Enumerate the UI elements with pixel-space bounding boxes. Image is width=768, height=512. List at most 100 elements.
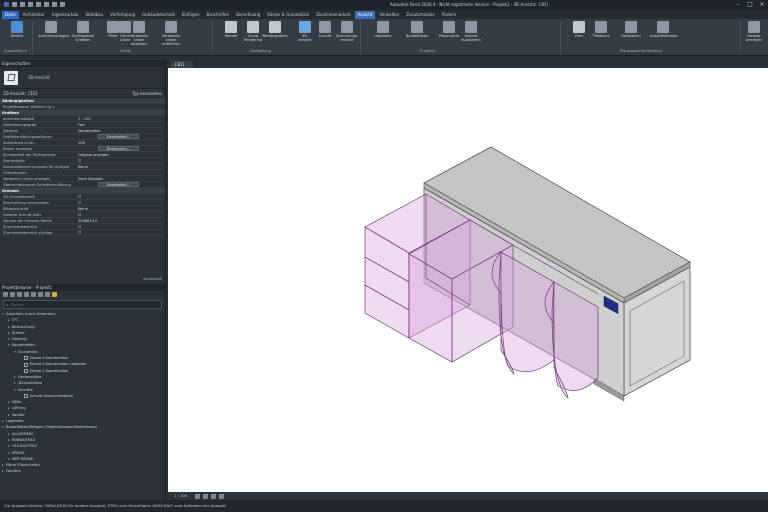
property-value[interactable] <box>75 104 165 109</box>
ribbon-button-16[interactable]: Ansicht duplizieren <box>458 21 484 42</box>
property-value[interactable]: Koordination <box>75 128 165 133</box>
tab-0[interactable]: Datei <box>2 10 19 19</box>
tab-7[interactable]: Beschriften <box>204 11 233 19</box>
ribbon-button-13[interactable]: Legenden <box>370 21 396 38</box>
property-name: Zuschneidebereich <box>3 225 38 229</box>
instance-selector[interactable]: 3D-Ansicht: {3D} <box>3 91 38 96</box>
ribbon-button-6[interactable]: Verdeckte Linien entfernen <box>158 21 184 46</box>
property-value[interactable]: Original anzeigen <box>75 152 165 157</box>
measure-icon[interactable] <box>52 2 57 7</box>
tab-14[interactable]: Ändern <box>439 11 459 19</box>
property-value[interactable]: Nach Disziplin <box>75 176 165 181</box>
view-scale[interactable]: 1 : 100 <box>174 493 187 498</box>
ribbon-button-5[interactable]: Verdeckte Linien anzeigen <box>126 21 152 46</box>
ribbon-button-2[interactable]: Sichtbarkeit/ Grafiken <box>70 21 96 42</box>
shadows-icon[interactable] <box>219 493 225 499</box>
detail-level-icon[interactable] <box>194 493 200 499</box>
property-name: Projektbrowser (Bedarf ing 1 <box>3 105 55 109</box>
ribbon-icon <box>247 21 259 33</box>
property-value[interactable]: 100 <box>75 140 165 145</box>
edit-button[interactable]: Bearbeiten... <box>98 134 140 139</box>
tab-2[interactable]: Ingenieurbau <box>49 11 82 19</box>
ribbon-button-21[interactable]: Fenster wechseln <box>744 21 764 42</box>
browser-tool-icon[interactable] <box>3 292 8 297</box>
view-control-bar: 1 : 100 <box>168 492 768 500</box>
ribbon-button-0[interactable]: Ändern <box>4 21 30 38</box>
close-button[interactable]: × <box>757 1 767 9</box>
tab-9[interactable]: Körper & Grundstück <box>264 11 312 19</box>
property-value[interactable]: Fein <box>75 122 165 127</box>
search-input[interactable] <box>11 302 132 307</box>
property-value[interactable]: Bearbeiten... <box>75 134 165 139</box>
tab-3d-view[interactable]: {3D} <box>171 61 193 68</box>
ribbon-icon <box>341 21 353 33</box>
edit-type-button[interactable]: Typ bearbeiten <box>132 91 162 96</box>
property-value[interactable]: ☐ <box>75 194 165 199</box>
ribbon-button-1[interactable]: Ansichtsvorlagen <box>38 21 69 38</box>
revit-logo-icon[interactable] <box>4 2 9 7</box>
property-name: Hinterer Schnitt aktiv <box>3 213 42 217</box>
redo-icon[interactable] <box>36 2 41 7</box>
ribbon-button-19[interactable]: Revisionen <box>618 21 644 38</box>
type-selector[interactable]: 3D-Ansicht <box>0 67 165 89</box>
browser-tool-icon[interactable] <box>31 292 36 297</box>
tab-5[interactable]: Gebäudetechnik <box>139 11 178 19</box>
browser-tool-icon[interactable] <box>17 292 22 297</box>
property-value[interactable]: 3048810.0 <box>75 218 165 223</box>
drawing-canvas[interactable] <box>168 68 768 492</box>
ribbon-button-20[interactable]: Ansichtsfenster <box>650 21 678 38</box>
tree-item[interactable]: ▸ Familien <box>0 468 165 474</box>
minimize-button[interactable]: – <box>733 1 743 9</box>
tab-8[interactable]: Berechnung <box>233 11 263 19</box>
3d-model-view[interactable] <box>168 68 768 492</box>
sun-path-icon[interactable] <box>211 493 217 499</box>
property-value[interactable] <box>75 170 165 175</box>
ribbon-icon <box>657 21 669 33</box>
ribbon-button-label: Titelblock <box>592 34 610 38</box>
property-value[interactable]: ☐ <box>75 230 165 235</box>
tab-13[interactable]: Zusatzmodule <box>403 11 437 19</box>
browser-tool-icon[interactable] <box>45 292 50 297</box>
tab-6[interactable]: Einfügen <box>179 11 203 19</box>
print-icon[interactable] <box>44 2 49 7</box>
tab-11[interactable]: Ansicht <box>354 10 376 19</box>
ribbon-button-12[interactable]: Zeichnungs- ansicht <box>334 21 360 42</box>
tab-3[interactable]: Stahlbau <box>82 11 106 19</box>
tab-4[interactable]: Vorfertigung <box>107 11 138 19</box>
ribbon-button-18[interactable]: Titelblock <box>588 21 614 38</box>
property-value[interactable]: ☐ <box>75 212 165 217</box>
apply-button[interactable]: Anwenden <box>143 277 162 281</box>
undo-icon[interactable] <box>28 2 33 7</box>
property-value[interactable]: ☐ <box>75 158 165 163</box>
maximize-button[interactable]: □ <box>745 1 755 9</box>
save-icon[interactable] <box>20 2 25 7</box>
ribbon-group-label: Auswählen ▾ <box>4 49 27 53</box>
ribbon-button-9[interactable]: Rendergalerie <box>262 21 288 38</box>
property-value[interactable]: 1 : 100 <box>75 116 165 121</box>
open-icon[interactable] <box>12 2 17 7</box>
property-value[interactable]: Keine <box>75 206 165 211</box>
visual-style-icon[interactable] <box>202 493 208 499</box>
ribbon: Ändern Ansichtsvorlagen Sichtbarkeit/ Graf… <box>0 19 768 56</box>
property-value[interactable]: ☐ <box>75 224 165 229</box>
ribbon-button-14[interactable]: Bauteillisten <box>404 21 430 38</box>
property-value[interactable]: Bearbeiten... <box>75 182 165 187</box>
tab-12[interactable]: Verwalten <box>376 11 402 19</box>
ribbon-button-label: Rendergalerie <box>262 34 288 38</box>
ribbon-separator <box>360 21 361 54</box>
property-value[interactable]: Keine <box>75 164 165 169</box>
ribbon-button-label: Bauteillisten <box>405 34 429 38</box>
tab-10[interactable]: Zusammenarbeit <box>313 11 353 19</box>
tab-1[interactable]: Architektur <box>20 11 48 19</box>
text-icon[interactable] <box>60 2 65 7</box>
folder-icon[interactable] <box>52 292 57 297</box>
browser-tool-icon[interactable] <box>38 292 43 297</box>
ribbon-button-label: Verdeckte Linien anzeigen <box>130 34 148 46</box>
browser-tool-icon[interactable] <box>10 292 15 297</box>
browser-tool-icon[interactable] <box>24 292 29 297</box>
property-value[interactable]: Bearbeiten... <box>75 146 165 151</box>
browser-search[interactable]: ⌕ <box>3 300 162 309</box>
property-value[interactable]: ☐ <box>75 200 165 205</box>
edit-button[interactable]: Bearbeiten... <box>98 182 140 187</box>
edit-button[interactable]: Bearbeiten... <box>98 146 140 151</box>
